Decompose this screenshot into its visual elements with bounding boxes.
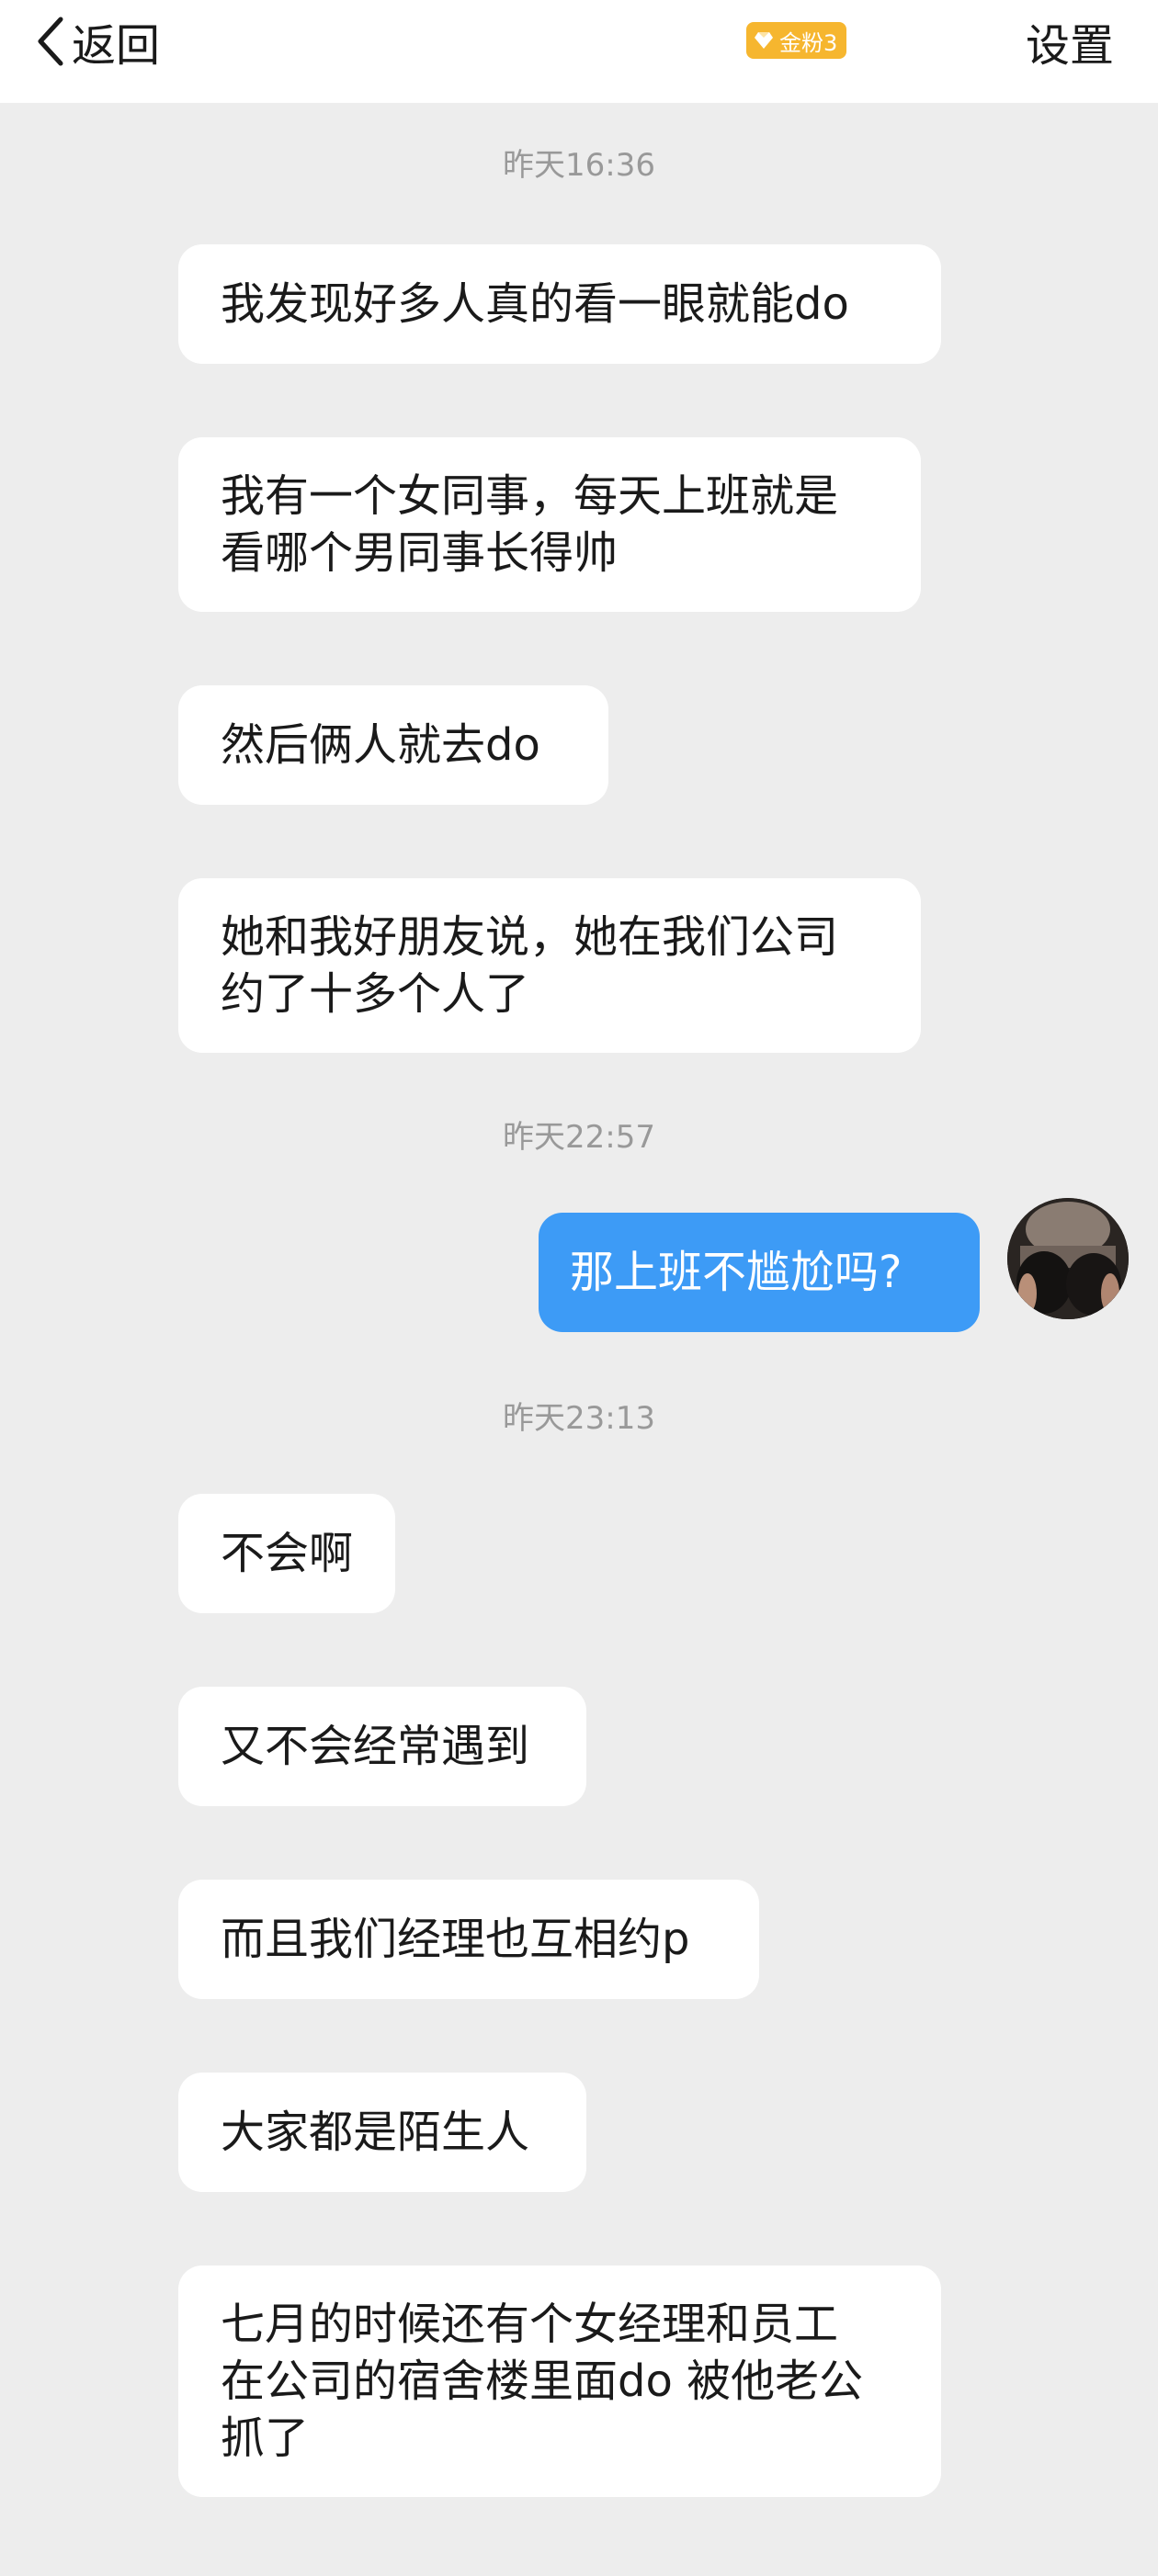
received-message[interactable]: 我发现好多人真的看一眼就能do (178, 244, 941, 364)
message-line: 约了十多个人了 (221, 968, 530, 1020)
timestamp: 昨天23:13 (503, 1400, 655, 1437)
received-message[interactable]: 七月的时候还有个女经理和员工 在公司的宿舍楼里面do 被他老公 抓了 (178, 2265, 941, 2497)
back-label: 返回 (72, 20, 161, 72)
message-line: 七月的时候还有个女经理和员工 (221, 2299, 839, 2350)
message-line: 她和我好朋友说，她在我们公司 (221, 911, 839, 963)
received-message[interactable]: 大家都是陌生人 (178, 2073, 586, 2192)
received-message[interactable]: 然后俩人就去do (178, 685, 608, 805)
message-text: 大家都是陌生人 (221, 2107, 530, 2158)
message-line: 抓了 (221, 2412, 310, 2464)
message-text: 我有一个女同事，每天上班就是 看哪个男同事长得帅 (221, 468, 838, 582)
message-text: 那上班不尴尬吗? (570, 1247, 903, 1298)
message-text: 又不会经常遇到 (221, 1721, 530, 1772)
back-button[interactable]: 返回 (37, 0, 160, 83)
message-text: 而且我们经理也互相约p (221, 1914, 690, 1965)
message-text: 不会啊 (221, 1528, 354, 1579)
message-text: 她和我好朋友说，她在我们公司 约了十多个人了 (221, 909, 838, 1022)
received-message[interactable]: 我有一个女同事，每天上班就是 看哪个男同事长得帅 (178, 437, 921, 612)
received-message[interactable]: 不会啊 (178, 1494, 395, 1613)
message-text: 我发现好多人真的看一眼就能do (221, 278, 849, 330)
timestamp: 昨天22:57 (503, 1119, 655, 1156)
settings-button[interactable]: 设置 (1026, 0, 1114, 83)
received-message[interactable]: 她和我好朋友说，她在我们公司 约了十多个人了 (178, 878, 921, 1053)
message-line: 看哪个男同事长得帅 (221, 527, 619, 579)
gem-icon (754, 30, 779, 51)
top-bar: 返回 金粉3 设置 (0, 0, 1158, 103)
gold-fan-badge[interactable]: 金粉3 (746, 22, 847, 59)
message-line: 我有一个女同事，每天上班就是 (221, 470, 839, 522)
received-message[interactable]: 又不会经常遇到 (178, 1687, 586, 1806)
received-message[interactable]: 而且我们经理也互相约p (178, 1880, 759, 1999)
message-text: 七月的时候还有个女经理和员工 在公司的宿舍楼里面do 被他老公 抓了 (221, 2296, 863, 2467)
avatar[interactable] (1007, 1198, 1129, 1319)
message-line: 在公司的宿舍楼里面do 被他老公 (221, 2356, 864, 2407)
message-text: 然后俩人就去do (221, 719, 540, 771)
timestamp: 昨天16:36 (503, 147, 655, 184)
sent-message[interactable]: 那上班不尴尬吗? (539, 1213, 980, 1332)
badge-label: 金粉3 (779, 29, 838, 56)
chevron-left-icon (37, 16, 64, 67)
